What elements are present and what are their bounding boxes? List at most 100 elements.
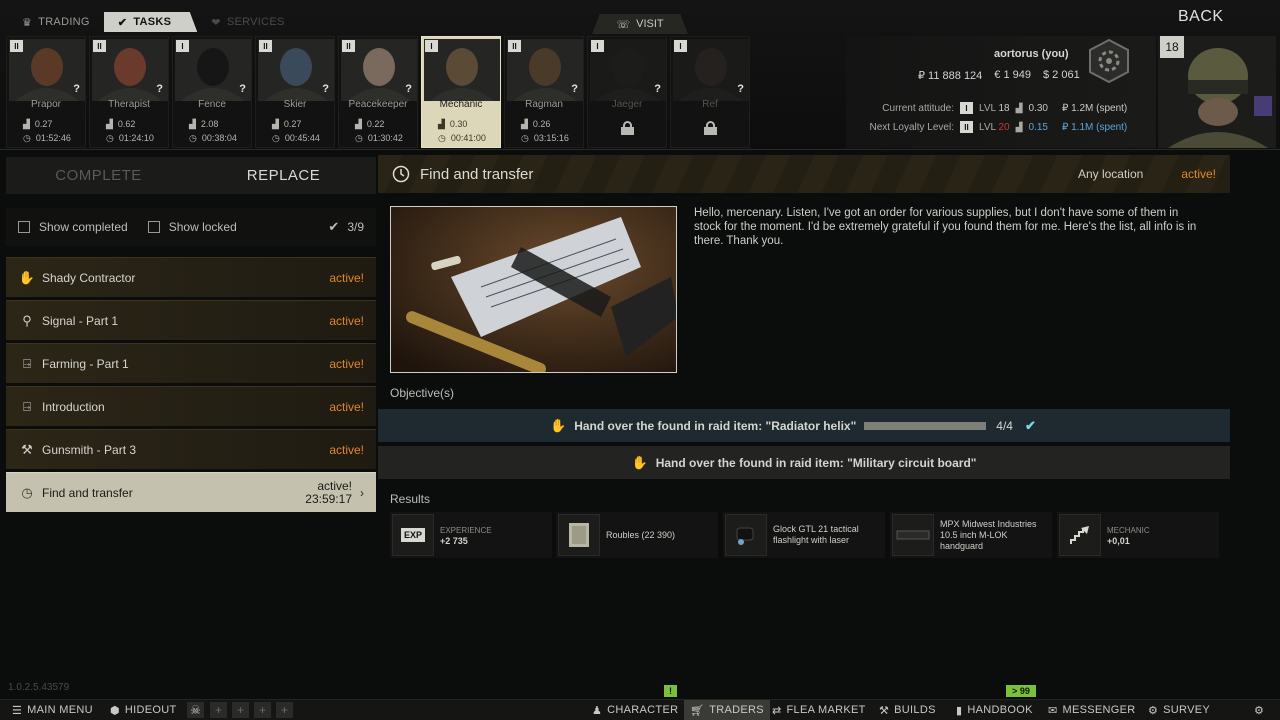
trader-standing-row: ▟ 0.26	[521, 119, 550, 130]
currency-balances: ₽ 11 888 124 € 1 949 $ 2 061	[918, 69, 1080, 82]
next-loyalty-row: Next Loyalty Level: II LVL 20 ▟ 0.15 ₽ 1…	[846, 121, 1127, 133]
objective-1-progress	[864, 421, 987, 430]
trader-card-therapist[interactable]: II? Therapist ▟ 0.62 ◷ 01:24:10	[89, 36, 169, 148]
trader-question-mark: ?	[737, 83, 744, 95]
tab-services[interactable]: ❤ SERVICES	[197, 12, 298, 32]
builds-icon: ⚒	[879, 704, 890, 717]
current-lvl-value: 18	[998, 102, 1010, 114]
quest-name: Farming - Part 1	[42, 356, 129, 371]
handbook-button[interactable]: ▮ HANDBOOK	[956, 700, 1033, 720]
signal-icon: ▟	[1015, 102, 1023, 113]
quick-slot-4[interactable]: +	[276, 702, 293, 718]
messenger-button[interactable]: ✉ MESSENGER	[1048, 700, 1136, 720]
trader-question-mark: ?	[322, 83, 329, 95]
settings-button[interactable]: ⚙	[1254, 700, 1264, 720]
quest-timer: 23:59:17	[305, 491, 352, 506]
quest-header: Find and transfer Any location active!	[378, 155, 1230, 193]
trader-card-jaeger[interactable]: I? Jaeger	[587, 36, 667, 148]
quest-list-item[interactable]: ⚒ Gunsmith - Part 3 active!	[6, 429, 376, 469]
traders-button[interactable]: 🛒︎ TRADERS	[684, 700, 770, 720]
mail-icon: ✉	[1048, 704, 1058, 717]
reward-roubles[interactable]: Roubles (22 390)	[556, 512, 718, 558]
tab-trading-label: TRADING	[38, 16, 90, 28]
quest-image	[390, 206, 677, 373]
visit-button[interactable]: ☏ VISIT	[592, 14, 688, 34]
quest-name: Introduction	[42, 399, 105, 414]
quick-slot-1[interactable]: +	[210, 702, 227, 718]
quest-status: active!	[1181, 167, 1216, 181]
location-pin-icon: ⚲	[22, 312, 32, 328]
show-locked-checkbox[interactable]	[147, 221, 160, 233]
hand-icon: ✋	[550, 417, 567, 433]
quick-slot-2[interactable]: +	[232, 702, 249, 718]
reward-roubles-text: Roubles (22 390)	[606, 529, 676, 540]
exit-icon: ⍈	[23, 398, 31, 414]
quest-list-item[interactable]: ⍈ Introduction active!	[6, 386, 376, 426]
trader-standing-row: ▟ 0.62	[106, 119, 135, 130]
reward-standing-label: MECHANIC	[1107, 525, 1150, 535]
trader-card-ref[interactable]: I? Ref	[670, 36, 750, 148]
quest-list-item[interactable]: ⚲ Signal - Part 1 active!	[6, 300, 376, 340]
trader-level-badge: I	[674, 40, 687, 52]
current-spent: ₽ 1.2M (spent)	[1061, 102, 1128, 114]
clock-icon: ◷	[21, 484, 33, 500]
trading-icon: ♛	[22, 16, 33, 29]
trader-level-badge: II	[10, 40, 23, 52]
trader-card-prapor[interactable]: II? Prapor ▟ 0.27 ◷ 01:52:46	[6, 36, 86, 148]
show-completed-checkbox[interactable]	[18, 221, 30, 233]
quest-list-item[interactable]: ✋ Shady Contractor active!	[6, 257, 376, 297]
replace-button[interactable]: REPLACE	[191, 157, 376, 194]
hideout-label: HIDEOUT	[124, 704, 177, 716]
character-button[interactable]: ♟ CHARACTER	[592, 700, 678, 720]
main-menu-button[interactable]: ☰ MAIN MENU	[12, 700, 93, 720]
trader-timer-row: ◷ 00:45:44	[272, 133, 320, 144]
trader-timer-row: ◷ 01:24:10	[106, 133, 154, 144]
quest-action-tabs: COMPLETE REPLACE	[6, 157, 376, 194]
main-menu-label: MAIN MENU	[27, 704, 93, 716]
wrench-icon: ⚒	[21, 441, 33, 457]
trader-restock-timer: 03:15:16	[533, 133, 569, 143]
survey-button[interactable]: ⚙ SURVEY	[1148, 700, 1210, 720]
quest-list-item-selected[interactable]: ◷ Find and transfer active! 23:59:17 ›	[6, 472, 376, 512]
current-level-badge: I	[960, 102, 973, 114]
visit-label: VISIT	[636, 18, 664, 30]
hideout-icon: ⬢	[110, 704, 120, 717]
quest-list-item[interactable]: ⍈ Farming - Part 1 active!	[6, 343, 376, 383]
current-lvl-word: LVL	[979, 102, 996, 114]
bottom-bar: ☰ MAIN MENU ⬢ HIDEOUT ☠ + + + + ♟ CHARAC…	[0, 699, 1280, 720]
flashlight-icon	[725, 514, 767, 556]
trader-name: Therapist	[108, 99, 150, 110]
hideout-button[interactable]: ⬢ HIDEOUT	[110, 700, 177, 720]
objective-2-text: Hand over the found in raid item: "Milit…	[655, 455, 977, 470]
builds-button[interactable]: ⚒ BUILDS	[879, 700, 936, 720]
trader-restock-timer: 00:45:44	[284, 133, 320, 143]
trader-question-mark: ?	[405, 83, 412, 95]
tab-tasks[interactable]: ✔ TASKS	[103, 12, 198, 32]
messenger-count-badge: > 99	[1006, 685, 1036, 697]
tab-trading[interactable]: ♛ TRADING	[8, 12, 104, 32]
trader-card-ragman[interactable]: II? Ragman ▟ 0.26 ◷ 03:15:16	[504, 36, 584, 148]
reward-flashlight-text: Glock GTL 21 tactical flashlight with la…	[773, 524, 859, 545]
trader-card-skier[interactable]: II? Skier ▟ 0.27 ◷ 00:45:44	[255, 36, 335, 148]
objective-1-progress-fill	[864, 421, 987, 430]
back-button[interactable]: BACK	[1178, 8, 1224, 26]
trader-card-mechanic[interactable]: I Mechanic ▟ 0.30 ◷ 00:41:00	[421, 36, 501, 148]
trader-name: Prapor	[30, 99, 61, 110]
exp-icon: EXP	[392, 514, 434, 556]
clock-icon: ◷	[106, 133, 114, 143]
next-lvl-word: LVL	[979, 121, 996, 133]
skull-slot[interactable]: ☠	[187, 702, 204, 718]
standing-icon: ▟	[106, 119, 113, 129]
reward-handguard[interactable]: MPX Midwest Industries 10.5 inch M-LOK h…	[890, 512, 1052, 558]
flea-market-button[interactable]: ⇄ FLEA MARKET	[772, 700, 866, 720]
reward-flashlight[interactable]: Glock GTL 21 tactical flashlight with la…	[723, 512, 885, 558]
character-alert-badge: !	[664, 685, 677, 697]
results-label: Results	[390, 492, 431, 506]
complete-button[interactable]: COMPLETE	[6, 157, 191, 194]
trader-card-fence[interactable]: I? Fence ▟ 2.08 ◷ 00:38:04	[172, 36, 252, 148]
exit-icon: ⍈	[23, 355, 31, 371]
quick-slot-3[interactable]: +	[254, 702, 271, 718]
trader-name: Skier	[283, 99, 307, 110]
trader-level-badge: II	[508, 40, 521, 52]
trader-card-peacekeeper[interactable]: II? Peacekeeper ▟ 0.22 ◷ 01:30:42	[338, 36, 418, 148]
